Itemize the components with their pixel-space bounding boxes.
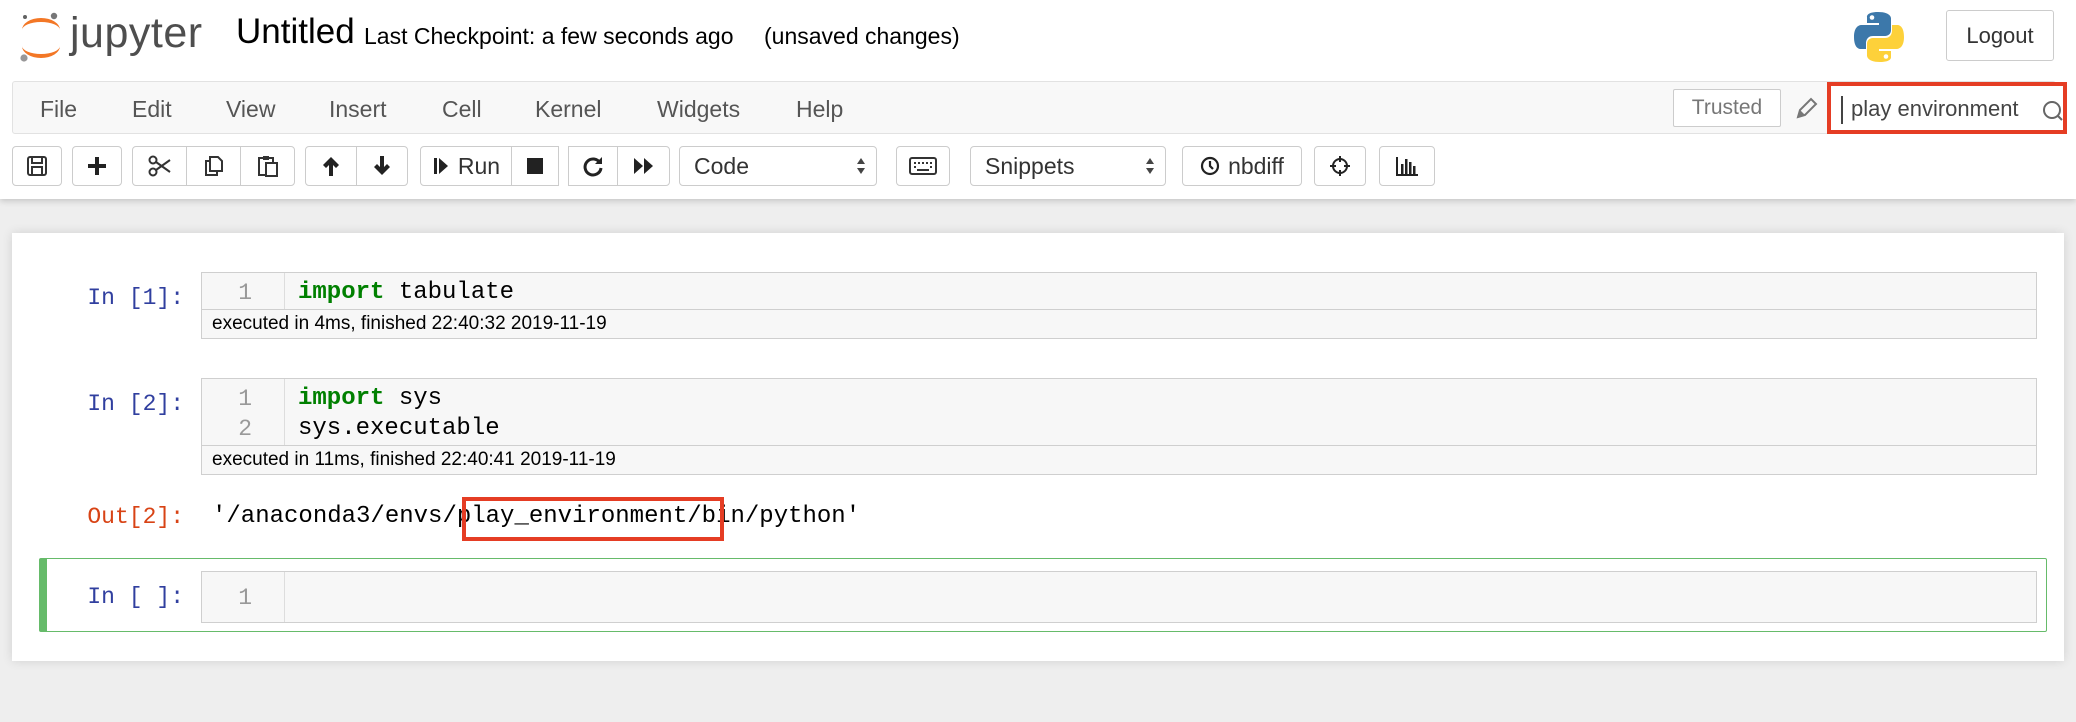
input-prompt: In [1]: [87, 285, 184, 311]
snippets-select[interactable]: Snippets [970, 146, 1166, 186]
autosave-status: (unsaved changes) [764, 23, 960, 49]
resource-usage-button[interactable] [1379, 146, 1435, 186]
save-button[interactable] [12, 146, 62, 186]
line-number: 1 [238, 585, 252, 611]
menu-widgets[interactable]: Widgets [657, 96, 740, 123]
snippets-select-value: Snippets [985, 152, 1075, 179]
copy-cell-button[interactable] [186, 146, 241, 186]
search-input-value: play environment [1851, 96, 2019, 121]
crosshairs-icon [1330, 156, 1350, 176]
code-keyword: import [298, 385, 385, 412]
code-cell-input[interactable]: 1 import tabulate [201, 272, 2037, 310]
command-palette-button[interactable] [896, 146, 950, 186]
arrow-down-icon [374, 156, 390, 175]
copy-icon [204, 156, 223, 176]
code-line: import sys [298, 385, 442, 412]
plus-icon [88, 157, 106, 175]
pencil-icon[interactable] [1795, 96, 1819, 120]
code-keyword: import [298, 279, 385, 306]
search-input[interactable]: play environment [1827, 82, 2067, 134]
cell-type-select-value: Code [694, 152, 749, 179]
cell-type-select[interactable]: Code [679, 146, 877, 186]
move-cell-down-button[interactable] [356, 146, 408, 186]
select-arrows-icon [1146, 158, 1154, 174]
text-cursor [1841, 96, 1843, 124]
menubar: File Edit View Insert Cell Kernel Widget… [12, 81, 2067, 134]
input-prompt: In [2]: [87, 391, 184, 417]
line-number: 1 [238, 386, 252, 412]
jupyter-logo[interactable]: jupyter [18, 8, 218, 64]
line-number-gutter: 1 2 [202, 379, 285, 445]
menu-kernel[interactable]: Kernel [535, 96, 601, 123]
line-number-gutter: 1 [202, 572, 285, 622]
notebook-header: jupyter Untitled Last Checkpoint: a few … [0, 0, 2076, 199]
menu-insert[interactable]: Insert [329, 96, 387, 123]
cut-cell-button[interactable] [132, 146, 187, 186]
notebook-container: In [1]: 1 import tabulate executed in 4m… [12, 233, 2064, 661]
paste-icon [257, 156, 278, 177]
restart-kernel-button[interactable] [568, 146, 618, 186]
arrow-up-icon [323, 157, 339, 176]
output-text: '/anaconda3/envs/ [212, 503, 457, 530]
logout-button[interactable]: Logout [1946, 10, 2054, 61]
fast-forward-icon [633, 158, 653, 174]
line-number: 2 [238, 416, 252, 442]
stop-icon [527, 158, 543, 174]
code-line: sys.executable [298, 415, 500, 442]
output-prompt: Out[2]: [87, 504, 184, 530]
step-forward-icon [433, 158, 448, 174]
notebook-name[interactable]: Untitled [236, 12, 355, 52]
code-cell-input[interactable]: 1 2 import sys sys.executable [201, 378, 2037, 446]
code-cell-input[interactable]: 1 [201, 571, 2037, 623]
insert-cell-button[interactable] [72, 146, 122, 186]
input-prompt: In [ ]: [87, 584, 184, 610]
trusted-notebook-indicator[interactable]: Trusted [1673, 89, 1781, 127]
bar-chart-icon [1396, 157, 1418, 176]
code-text: tabulate [384, 279, 515, 306]
code-line: import tabulate [298, 279, 514, 306]
nbdiff-button[interactable]: nbdiff [1182, 146, 1302, 186]
line-number-gutter: 1 [202, 273, 285, 309]
save-icon [27, 156, 47, 176]
last-checkpoint: Last Checkpoint: a few seconds ago [364, 23, 734, 49]
scissors-icon [148, 155, 171, 177]
jupyter-logo-icon [20, 12, 60, 62]
menu-cell[interactable]: Cell [442, 96, 482, 123]
menu-view[interactable]: View [226, 96, 275, 123]
highlight-annotation-box [462, 497, 724, 541]
history-icon [1200, 156, 1220, 176]
move-cell-up-button[interactable] [305, 146, 357, 186]
menu-help[interactable]: Help [796, 96, 843, 123]
interrupt-kernel-button[interactable] [511, 146, 559, 186]
line-number: 1 [238, 280, 252, 306]
code-text: sys [384, 385, 443, 412]
restart-run-all-button[interactable] [617, 146, 670, 186]
menu-edit[interactable]: Edit [132, 96, 172, 123]
nbdiff-button-label: nbdiff [1228, 152, 1284, 179]
select-arrows-icon [857, 158, 865, 174]
paste-cell-button[interactable] [240, 146, 295, 186]
keyboard-icon [909, 157, 937, 175]
python-kernel-icon [1854, 12, 1904, 62]
jupyter-logo-text: jupyter [70, 9, 203, 57]
refresh-icon [583, 157, 603, 177]
run-button-label: Run [457, 152, 501, 179]
search-icon[interactable] [2041, 99, 2065, 123]
toggle-navigation-button[interactable] [1314, 146, 1366, 186]
execution-time: executed in 11ms, finished 22:40:41 2019… [201, 445, 2037, 475]
run-cell-button[interactable]: Run [420, 146, 512, 186]
execution-time: executed in 4ms, finished 22:40:32 2019-… [201, 309, 2037, 339]
menu-file[interactable]: File [40, 96, 77, 123]
